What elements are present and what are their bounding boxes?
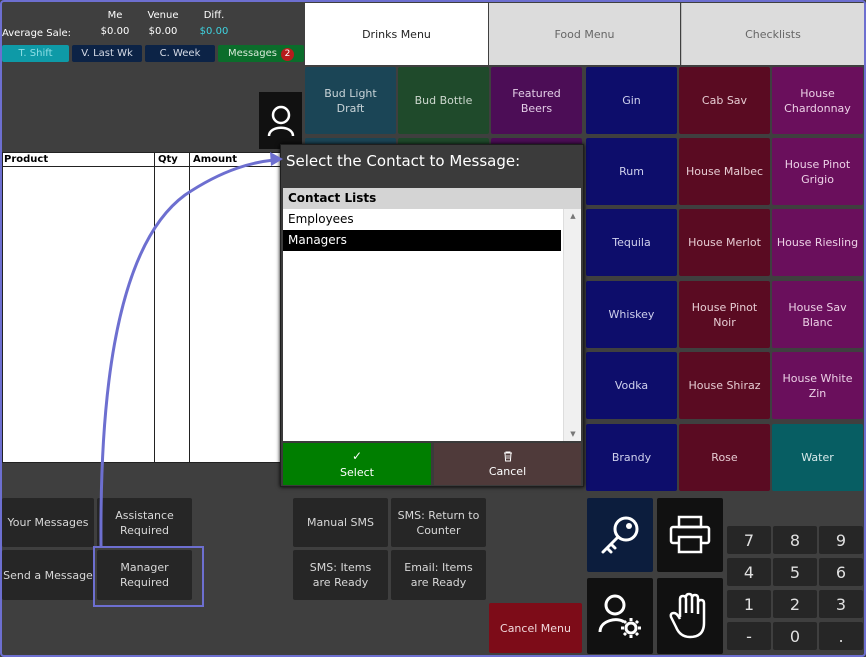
hand-stop-icon[interactable]	[657, 578, 723, 654]
messages-button[interactable]: Messages 2	[218, 45, 304, 62]
stat-venue-value: $0.00	[148, 26, 178, 37]
scroll-down-icon[interactable]: ▼	[564, 428, 582, 440]
column-divider	[189, 153, 190, 462]
select-contact-dialog: Select the Contact to Message: Contact L…	[280, 144, 584, 487]
cancel-button[interactable]: Cancel	[434, 443, 581, 485]
menu-item-tequila[interactable]: Tequila	[586, 209, 677, 276]
column-divider	[154, 153, 155, 462]
stat-venue: Venue $0.00	[140, 8, 186, 40]
email-items-ready-button[interactable]: Email: Items are Ready	[391, 550, 486, 600]
stat-me-label: Me	[107, 10, 123, 21]
contact-lists-header: Contact Lists	[283, 188, 581, 209]
menu-item-brandy[interactable]: Brandy	[586, 424, 677, 491]
contact-listbox[interactable]: Employees Managers ▲ ▼	[283, 209, 581, 441]
stat-diff-label: Diff.	[203, 10, 225, 21]
menu-item-bud-bottle[interactable]: Bud Bottle	[398, 67, 489, 134]
cancel-menu-button[interactable]: Cancel Menu	[489, 603, 582, 653]
menu-item-house-pinot-grigio[interactable]: House Pinot Grigio	[772, 138, 863, 205]
menu-item-rum[interactable]: Rum	[586, 138, 677, 205]
tab-drinks-menu[interactable]: Drinks Menu	[305, 3, 488, 65]
keypad-key-8[interactable]: 8	[773, 526, 817, 554]
manual-sms-button[interactable]: Manual SMS	[293, 498, 388, 547]
select-label: Select	[340, 466, 374, 479]
contact-list-item-employees[interactable]: Employees	[283, 209, 561, 230]
menu-item-vodka[interactable]: Vodka	[586, 352, 677, 419]
period-this-shift-button[interactable]: T. Shift	[2, 45, 69, 62]
menu-item-whiskey[interactable]: Whiskey	[586, 281, 677, 348]
menu-item-cab-sav[interactable]: Cab Sav	[679, 67, 770, 134]
tab-food-menu[interactable]: Food Menu	[489, 3, 680, 65]
menu-item-house-merlot[interactable]: House Merlot	[679, 209, 770, 276]
assistance-required-button[interactable]: Assistance Required	[97, 498, 192, 547]
select-button[interactable]: ✓ Select	[283, 443, 431, 485]
scroll-up-icon[interactable]: ▲	[564, 210, 582, 222]
menu-item-house-chardonnay[interactable]: House Chardonnay	[772, 67, 863, 134]
sms-return-to-counter-button[interactable]: SMS: Return to Counter	[391, 498, 486, 547]
keypad-key-6[interactable]: 6	[819, 558, 863, 586]
menu-item-bud-light-draft[interactable]: Bud Light Draft	[305, 67, 396, 134]
keypad-key-0[interactable]: 0	[773, 622, 817, 650]
messages-count-badge: 2	[281, 48, 295, 61]
cancel-label: Cancel	[488, 464, 527, 478]
stat-me-value: $0.00	[100, 26, 130, 37]
keypad-key-4[interactable]: 4	[727, 558, 771, 586]
menu-item-house-malbec[interactable]: House Malbec	[679, 138, 770, 205]
messages-label: Messages	[227, 48, 278, 59]
menu-item-house-sav-blanc[interactable]: House Sav Blanc	[772, 281, 863, 348]
keypad-key-decimal[interactable]: .	[819, 622, 863, 650]
menu-item-featured-beers[interactable]: Featured Beers	[491, 67, 582, 134]
order-table-header: Product Qty Amount	[3, 153, 291, 167]
stat-venue-label: Venue	[147, 10, 179, 21]
menu-item-rose[interactable]: Rose	[679, 424, 770, 491]
menu-item-house-riesling[interactable]: House Riesling	[772, 209, 863, 276]
contact-list-item-managers[interactable]: Managers	[283, 230, 561, 251]
printer-icon[interactable]	[657, 498, 723, 572]
keypad-key-3[interactable]: 3	[819, 590, 863, 618]
column-amount: Amount	[193, 154, 238, 165]
key-icon[interactable]	[587, 498, 653, 572]
keypad-key-5[interactable]: 5	[773, 558, 817, 586]
stat-diff-value: $0.00	[199, 26, 229, 37]
your-messages-button[interactable]: Your Messages	[2, 498, 94, 547]
order-table[interactable]: Product Qty Amount	[2, 152, 292, 463]
average-sale-label: Average Sale:	[2, 28, 72, 39]
keypad-key-7[interactable]: 7	[727, 526, 771, 554]
send-message-button[interactable]: Send a Message	[2, 550, 94, 600]
user-icon[interactable]	[259, 92, 302, 149]
menu-item-water[interactable]: Water	[772, 424, 863, 491]
keypad-key-1[interactable]: 1	[727, 590, 771, 618]
stat-me: Me $0.00	[94, 8, 136, 40]
sms-items-ready-button[interactable]: SMS: Items are Ready	[293, 550, 388, 600]
stat-diff: Diff. $0.00	[192, 8, 236, 40]
keypad-key-9[interactable]: 9	[819, 526, 863, 554]
column-qty: Qty	[158, 154, 178, 165]
listbox-scrollbar[interactable]: ▲ ▼	[563, 209, 581, 441]
user-settings-icon[interactable]	[587, 578, 653, 654]
menu-item-house-pinot-noir[interactable]: House Pinot Noir	[679, 281, 770, 348]
period-current-week-button[interactable]: C. Week	[145, 45, 215, 62]
menu-item-house-white-zin[interactable]: House White Zin	[772, 352, 863, 419]
trash-icon	[503, 451, 513, 462]
highlight-box	[93, 546, 204, 607]
period-last-week-button[interactable]: V. Last Wk	[72, 45, 142, 62]
keypad-key-2[interactable]: 2	[773, 590, 817, 618]
column-product: Product	[4, 154, 49, 165]
tab-checklists[interactable]: Checklists	[681, 3, 864, 65]
menu-item-gin[interactable]: Gin	[586, 67, 677, 134]
checkmark-icon: ✓	[351, 449, 363, 463]
menu-item-house-shiraz[interactable]: House Shiraz	[679, 352, 770, 419]
dialog-title: Select the Contact to Message:	[286, 152, 521, 170]
keypad-key-minus[interactable]: -	[727, 622, 771, 650]
